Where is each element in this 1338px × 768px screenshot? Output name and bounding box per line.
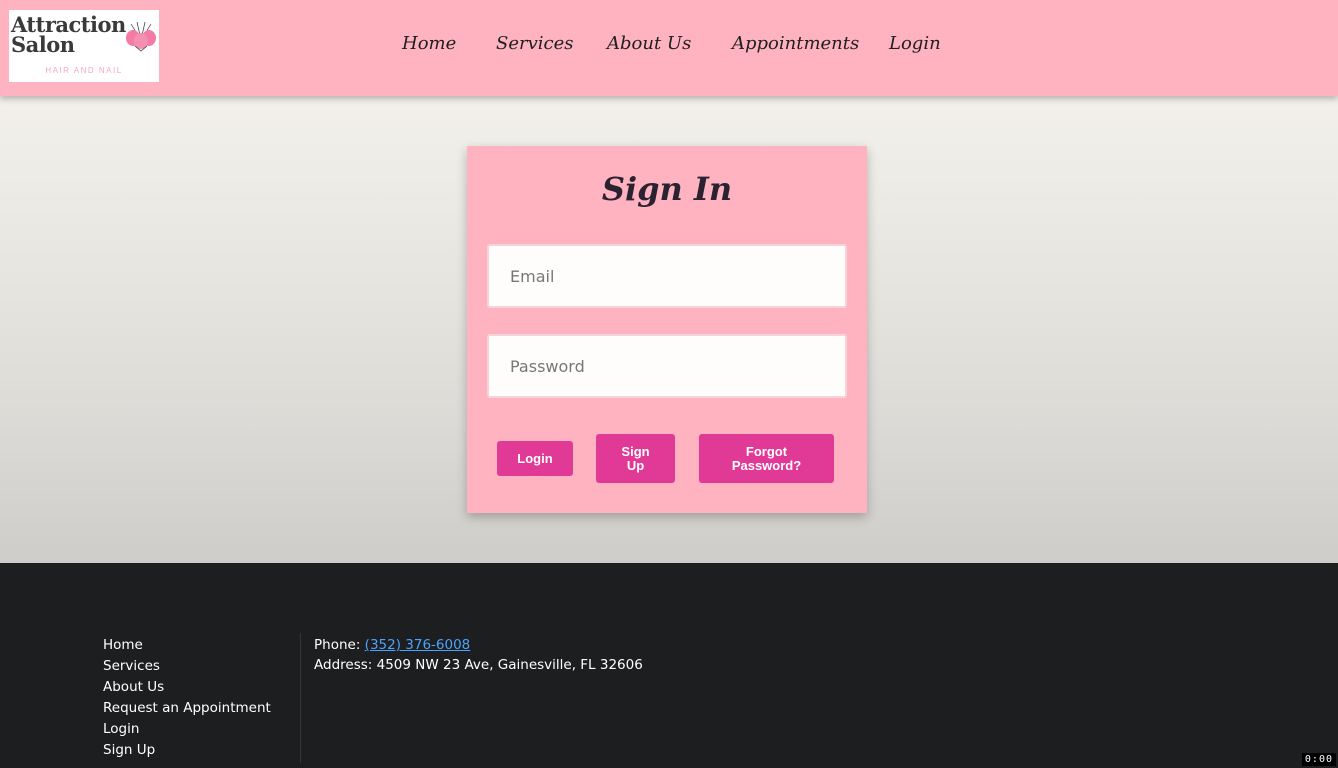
nav-appointments[interactable]: Appointments	[732, 33, 859, 54]
site-footer: Home Services About Us Request an Appoin…	[0, 563, 1338, 768]
address-line: Address: 4509 NW 23 Ave, Gainesville, FL…	[314, 655, 643, 675]
salon-logo[interactable]: Attraction Salon HAIR AND NAIL	[9, 10, 159, 82]
login-button[interactable]: Login	[497, 441, 573, 476]
address-label: Address:	[314, 657, 377, 673]
footer-divider	[300, 633, 301, 763]
footer-link-services[interactable]: Services	[103, 656, 271, 677]
nav-login[interactable]: Login	[889, 33, 941, 54]
phone-line: Phone: (352) 376-6008	[314, 635, 643, 655]
sign-up-button[interactable]: Sign Up	[596, 434, 675, 483]
footer-link-sign-up[interactable]: Sign Up	[103, 740, 271, 761]
contact-info: Phone: (352) 376-6008 Address: 4509 NW 2…	[314, 635, 643, 675]
sign-in-card: Sign In Login Sign Up Forgot Password?	[467, 146, 867, 513]
timer-badge: 0:00	[1301, 753, 1336, 766]
forgot-password-button[interactable]: Forgot Password?	[699, 434, 834, 483]
main-content: Sign In Login Sign Up Forgot Password?	[0, 96, 1338, 563]
nav-services[interactable]: Services	[496, 33, 573, 54]
address-text: 4509 NW 23 Ave, Gainesville, FL 32606	[376, 657, 643, 673]
footer-link-home[interactable]: Home	[103, 635, 271, 656]
footer-links: Home Services About Us Request an Appoin…	[103, 635, 271, 761]
phone-label: Phone:	[314, 637, 365, 653]
logo-text-line2: Salon	[11, 32, 75, 57]
footer-link-request-appointment[interactable]: Request an Appointment	[103, 698, 271, 719]
email-field[interactable]	[487, 244, 847, 308]
nav-about-us[interactable]: About Us	[607, 33, 691, 54]
footer-link-about-us[interactable]: About Us	[103, 677, 271, 698]
sign-in-title: Sign In	[601, 170, 733, 208]
nav-home[interactable]: Home	[402, 33, 456, 54]
phone-link[interactable]: (352) 376-6008	[365, 637, 471, 653]
logo-tagline: HAIR AND NAIL	[45, 66, 123, 75]
site-header: Attraction Salon HAIR AND NAIL Home Serv…	[0, 0, 1338, 96]
password-field[interactable]	[487, 334, 847, 398]
flower-icon	[126, 21, 156, 52]
footer-link-login[interactable]: Login	[103, 719, 271, 740]
